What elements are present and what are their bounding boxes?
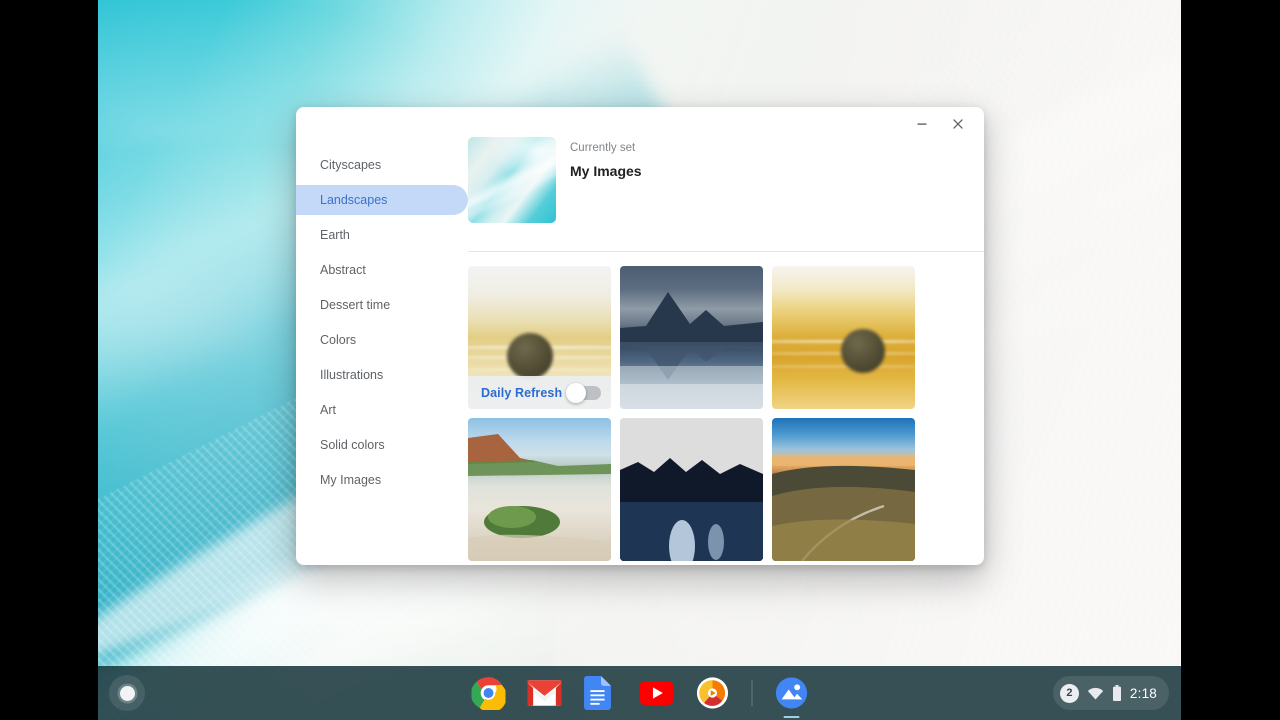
clock-label: 2:18 [1129,685,1157,701]
sidebar-item-label: Colors [320,333,357,347]
gallery-icon [775,677,807,709]
launcher-button[interactable] [109,675,145,711]
current-wallpaper-meta: Currently set My Images [570,137,642,223]
wallpaper-tile[interactable] [620,266,763,409]
daily-refresh-label: Daily Refresh [481,385,563,400]
daily-refresh-toggle[interactable] [566,382,601,403]
sidebar-item-solid-colors[interactable]: Solid colors [296,430,468,460]
wifi-icon [1087,687,1104,699]
shelf-app-gmail[interactable] [527,676,561,710]
wallpaper-grid-scroll[interactable]: Daily Refresh [468,252,984,565]
sidebar-item-label: Earth [320,228,350,242]
screen: Cityscapes Landscapes Earth Abstract Des… [0,0,1280,720]
wallpaper-tile[interactable] [772,266,915,409]
tile-art [468,434,611,561]
sidebar-item-cityscapes[interactable]: Cityscapes [296,150,468,180]
battery-icon [1112,685,1121,701]
sidebar-item-label: Dessert time [320,298,391,312]
sidebar-item-label: My Images [320,473,382,487]
tile-art [620,292,763,409]
toggle-knob [566,382,586,403]
sidebar-item-label: Cityscapes [320,158,382,172]
wallpaper-picker-window: Cityscapes Landscapes Earth Abstract Des… [296,107,984,565]
sidebar-item-label: Abstract [320,263,366,277]
close-icon [953,119,963,129]
current-wallpaper-name: My Images [570,163,642,179]
sidebar-item-label: Illustrations [320,368,384,382]
sidebar-item-earth[interactable]: Earth [296,220,468,250]
shelf-separator [751,680,752,706]
letterbox-left [0,0,98,720]
shelf-app-docs[interactable] [583,676,617,710]
docs-icon [583,676,611,710]
sidebar-item-abstract[interactable]: Abstract [296,255,468,285]
wallpaper-tile[interactable] [468,418,611,561]
sidebar-item-label: Solid colors [320,438,385,452]
wallpaper-tile[interactable] [772,418,915,561]
sidebar-item-my-images[interactable]: My Images [296,465,468,495]
picker-content-pane: Currently set My Images Daily Refresh [468,107,984,565]
sidebar-item-dessert-time[interactable]: Dessert time [296,290,468,320]
close-button[interactable] [942,108,974,140]
wallpaper-tile[interactable] [620,418,763,561]
letterbox-right [1181,0,1280,720]
shelf-app-gallery[interactable] [774,676,808,710]
window-controls [906,107,984,141]
shelf-app-list [470,676,808,713]
play-music-icon [696,677,728,709]
tile-art [620,458,763,561]
wallpaper-tile[interactable]: Daily Refresh [468,266,611,409]
daily-refresh-bar: Daily Refresh [468,376,611,409]
launcher-icon [119,685,135,701]
shelf: 2 2:18 [98,666,1181,720]
sidebar-item-label: Art [320,403,336,417]
shelf-app-play-music[interactable] [695,676,729,710]
current-wallpaper-thumbnail[interactable] [468,137,556,223]
sidebar-item-landscapes[interactable]: Landscapes [296,185,468,215]
system-tray[interactable]: 2 2:18 [1052,676,1169,710]
sidebar-item-art[interactable]: Art [296,395,468,425]
sidebar-item-illustrations[interactable]: Illustrations [296,360,468,390]
youtube-icon [639,681,673,705]
shelf-app-chrome[interactable] [470,676,507,713]
currently-set-label: Currently set [570,142,636,154]
gmail-icon [527,680,561,706]
picker-body: Cityscapes Landscapes Earth Abstract Des… [296,107,984,565]
sidebar-item-colors[interactable]: Colors [296,325,468,355]
chrome-icon [470,677,507,713]
shelf-app-youtube[interactable] [639,676,673,710]
minimize-icon [917,123,927,125]
minimize-button[interactable] [906,108,938,140]
sidebar-item-label: Landscapes [320,193,388,207]
wallpaper-grid: Daily Refresh [468,266,984,565]
notification-count-badge: 2 [1059,683,1079,703]
category-sidebar: Cityscapes Landscapes Earth Abstract Des… [296,107,468,565]
tile-art [772,456,915,561]
